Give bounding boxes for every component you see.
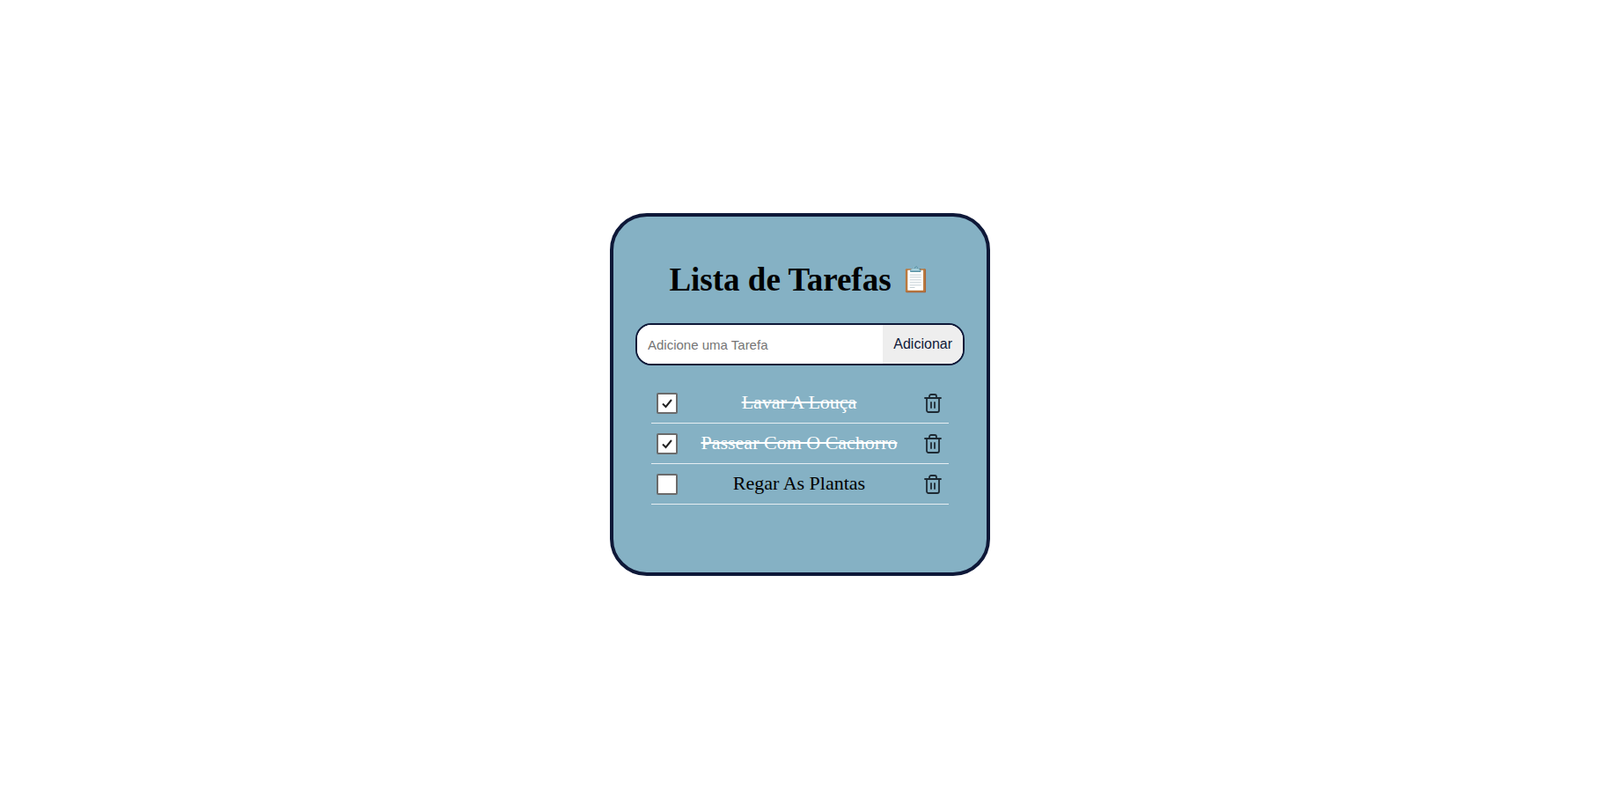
add-task-bar: Adicionar	[635, 322, 965, 366]
add-button[interactable]: Adicionar	[882, 324, 963, 364]
trash-icon	[922, 473, 944, 495]
task-text: Passear Com O Cachorro	[686, 431, 912, 455]
check-icon	[660, 436, 675, 451]
task-checkbox[interactable]	[656, 473, 678, 495]
task-text: Regar As Plantas	[686, 471, 912, 495]
task-row: Lavar A Louça	[651, 382, 949, 424]
task-list: Lavar A Louça Passear Com O Cachorro Regar…	[651, 382, 949, 505]
task-row: Regar As Plantas	[651, 463, 949, 505]
trash-icon	[922, 433, 944, 455]
delete-button[interactable]	[920, 390, 946, 416]
task-text: Lavar A Louça	[686, 390, 912, 414]
task-checkbox[interactable]	[656, 392, 678, 414]
check-icon	[660, 396, 675, 411]
delete-button[interactable]	[920, 471, 946, 497]
task-row: Passear Com O Cachorro	[651, 423, 949, 464]
delete-button[interactable]	[920, 431, 946, 456]
task-input[interactable]	[637, 324, 883, 364]
page: Lista de Tarefas📋 Adicionar Lavar A Louça P…	[0, 0, 1600, 789]
trash-icon	[922, 392, 944, 414]
todo-card: Lista de Tarefas📋 Adicionar Lavar A Louça P…	[609, 212, 991, 576]
clipboard-icon: 📋	[900, 264, 932, 294]
app-title: Lista de Tarefas📋	[668, 260, 931, 299]
task-checkbox[interactable]	[656, 433, 678, 455]
